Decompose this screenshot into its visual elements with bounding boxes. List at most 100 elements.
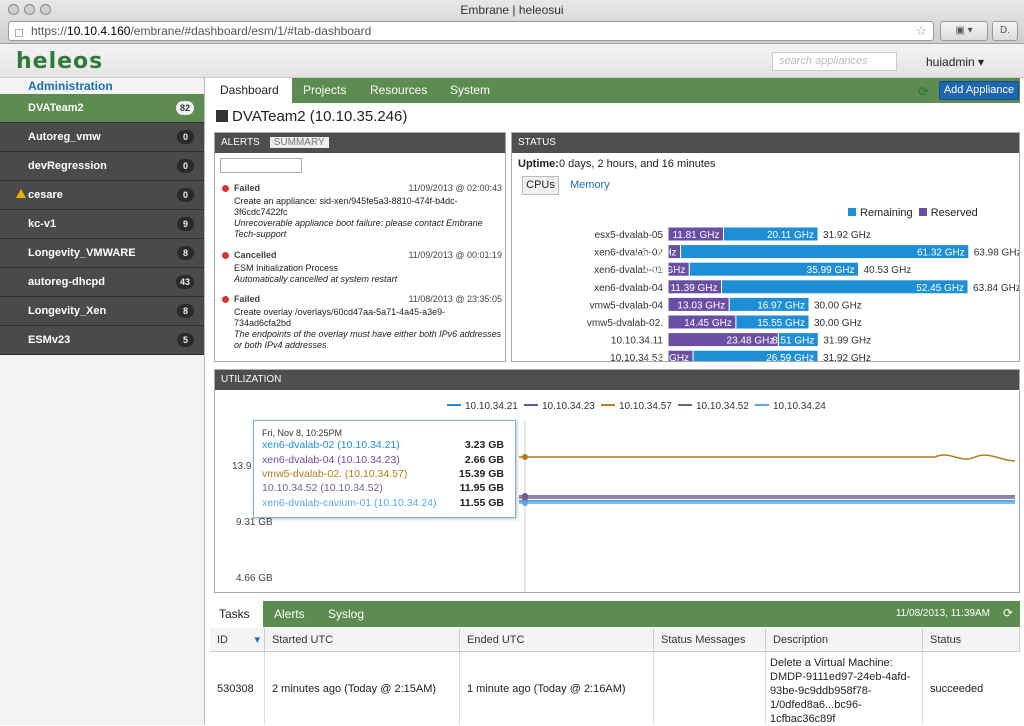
alert-description: ESM Initialization Process	[234, 263, 339, 273]
administration-link[interactable]: Administration	[0, 78, 204, 94]
tooltip-label: xen6-dvalab-02 (10.10.34.21)	[262, 439, 400, 451]
sidebar-item-longevity-xen[interactable]: Longevity_Xen 8	[0, 297, 204, 326]
tab-syslog[interactable]: Syslog	[319, 601, 373, 627]
cpu-total-label: 31.92 GHz	[823, 230, 871, 241]
cpu-total-label: 30.00 GHz	[814, 300, 862, 311]
extensions-button[interactable]: ▣ ▾	[940, 21, 988, 41]
cpu-total-label: 31.92 GHz	[823, 353, 871, 361]
tasks-table: ID ▾ Started UTC Ended UTC Status Messag…	[210, 628, 1020, 725]
y-tick-label: 13.9	[232, 461, 252, 472]
tooltip-value: 2.66 GB	[464, 454, 504, 466]
cell-id: 530308	[210, 652, 265, 725]
count-badge: 8	[177, 304, 194, 318]
column-header-id[interactable]: ID ▾	[210, 628, 265, 652]
sidebar-item-esmv23[interactable]: ESMv23 5	[0, 326, 204, 355]
sidebar-item-label: devRegression	[28, 160, 107, 172]
cpu-bar-label: 14.45 GHz	[684, 318, 732, 329]
tooltip-label: xen6-dvalab-cavium-01 (10.10.34.24)	[262, 497, 437, 509]
main-tabs: Dashboard Projects Resources System	[210, 78, 1020, 103]
cpu-total-label: 63.84 GHz	[973, 283, 1019, 294]
column-header-ended[interactable]: Ended UTC	[460, 628, 654, 652]
cell-description: Delete a Virtual Machine: DMDP-9111ed97-…	[770, 657, 911, 725]
tab-cpus[interactable]: CPUs	[522, 176, 559, 195]
cell-ended: 1 minute ago (Today @ 2:16AM)	[460, 652, 654, 725]
sidebar-item-label: DVATeam2	[28, 102, 84, 114]
alert-date: 11/08/2013 @ 23:35:05	[408, 294, 502, 304]
bookmark-star-icon[interactable]: ☆	[915, 22, 927, 40]
tab-memory[interactable]: Memory	[570, 179, 610, 191]
cpu-bar-label: 4.54 GHz	[643, 265, 685, 276]
tab-system[interactable]: System	[440, 78, 500, 103]
legend-reserved: Reserved	[930, 207, 978, 219]
tab-alerts-log[interactable]: Alerts	[265, 601, 314, 627]
tab-summary[interactable]: SUMMARY	[269, 137, 329, 148]
sidebar-item-label: Longevity_VMWARE	[28, 247, 136, 259]
cpu-bar-label: 2.67 GHz	[634, 248, 676, 259]
cpu-category-label: xen6-dvalab-04	[594, 283, 663, 294]
tooltip-label: xen6-dvalab-04 (10.10.34.23)	[262, 454, 400, 466]
sidebar-item-autoreg-vmw[interactable]: Autoreg_vmw 0	[0, 123, 204, 152]
sidebar-item-cesare[interactable]: cesare 0	[0, 181, 204, 210]
url-bar[interactable]: ◻ https://10.10.4.160/embrane/#dashboard…	[8, 21, 934, 41]
column-header-status-messages[interactable]: Status Messages	[654, 628, 766, 652]
uptime-value: 0 days, 2 hours, and 16 minutes	[558, 158, 716, 170]
tab-resources[interactable]: Resources	[360, 78, 437, 103]
refresh-icon[interactable]: ⟳	[918, 84, 932, 99]
alert-item[interactable]: Cancelled 11/09/2013 @ 00:01:19 ESM Init…	[222, 250, 502, 285]
sort-desc-icon[interactable]: ▾	[254, 628, 260, 652]
tab-alerts[interactable]: ALERTS	[221, 137, 260, 148]
tooltip-row: xen6-dvalab-02 (10.10.34.21) 3.23 GB	[262, 439, 512, 453]
column-header-description[interactable]: Description	[766, 628, 923, 652]
cpu-bar-label: 11.81 GHz	[672, 230, 719, 241]
bottom-datetime: 11/08/2013, 11:39AM	[895, 608, 990, 619]
alert-item[interactable]: Failed 11/09/2013 @ 02:00:43 Create an a…	[222, 183, 502, 240]
cpu-bar-label: 5.33 GHz	[647, 353, 689, 361]
count-badge: 8	[177, 246, 194, 260]
sidebar-item-devregression[interactable]: devRegression 0	[0, 152, 204, 181]
count-badge: 82	[175, 101, 194, 115]
sidebar-item-label: cesare	[28, 189, 63, 201]
cpu-category-label: esx5-dvalab-05	[595, 230, 664, 241]
column-header-started[interactable]: Started UTC	[265, 628, 460, 652]
legend-remaining-swatch	[848, 208, 856, 216]
cpu-total-label: 30.00 GHz	[814, 318, 862, 329]
app-header: heleos search appliances huiadmin ▾	[0, 44, 1024, 78]
refresh-tasks-icon[interactable]: ⟳	[1003, 606, 1013, 620]
cpu-bar-label: 52.45 GHz	[916, 283, 964, 294]
heleos-logo: heleos	[16, 49, 104, 74]
tooltip-row: 10.10.34.52 (10.10.34.52) 11.95 GB	[262, 482, 512, 496]
cpu-category-label: vmw5-dvalab-04	[590, 300, 664, 311]
sidebar-item-longevity-vmware[interactable]: Longevity_VMWARE 8	[0, 239, 204, 268]
utilization-tooltip: Fri, Nov 8, 10:25PM xen6-dvalab-02 (10.1…	[253, 420, 516, 518]
browser-chrome: Embrane | heleosui ◻ https://10.10.4.160…	[0, 0, 1024, 44]
cpu-bar-label: 35.99 GHz	[807, 265, 855, 276]
legend-remaining: Remaining	[860, 207, 913, 219]
alerts-filter-input[interactable]	[220, 158, 302, 173]
alert-item[interactable]: Failed 11/08/2013 @ 23:35:05 Create over…	[222, 294, 502, 351]
cpu-bar-label: 16.97 GHz	[757, 300, 805, 311]
legend-series-label: 10.10.34.24	[773, 401, 826, 412]
sidebar-item-label: Longevity_Xen	[28, 305, 107, 317]
search-appliances-input[interactable]: search appliances	[772, 52, 897, 71]
cell-started: 2 minutes ago (Today @ 2:15AM)	[265, 652, 460, 725]
alert-error: Automatically cancelled at system restar…	[234, 274, 398, 284]
tab-tasks[interactable]: Tasks	[210, 601, 263, 627]
count-badge: 0	[177, 188, 194, 202]
sidebar-item-dvateam2[interactable]: DVATeam2 82	[0, 94, 204, 123]
status-panel: STATUS Uptime:0 days, 2 hours, and 16 mi…	[511, 132, 1020, 362]
cpu-category-label: 10.10.34.11	[611, 336, 664, 347]
toolbar-menu-button[interactable]: D.	[992, 21, 1018, 41]
add-appliance-button[interactable]: Add Appliance	[939, 81, 1019, 100]
tab-projects[interactable]: Projects	[293, 78, 356, 103]
series-marker	[522, 500, 528, 506]
cpu-legend: Remaining Reserved	[848, 207, 978, 219]
user-menu[interactable]: huiadmin ▾	[926, 55, 984, 69]
tooltip-value: 15.39 GB	[459, 468, 504, 480]
sidebar-item-autoreg-dhcpd[interactable]: autoreg-dhcpd 43	[0, 268, 204, 297]
tab-dashboard[interactable]: Dashboard	[210, 78, 292, 103]
sidebar-item-kc-v1[interactable]: kc-v1 9	[0, 210, 204, 239]
cpu-bar-label: 26.59 GHz	[766, 353, 814, 361]
alert-description: Create an appliance: sid-xen/945fe5a3-88…	[234, 196, 458, 217]
column-header-status[interactable]: Status	[923, 628, 1020, 652]
alert-description: Create overlay /overlays/60cd47aa-5a71-4…	[234, 307, 446, 328]
